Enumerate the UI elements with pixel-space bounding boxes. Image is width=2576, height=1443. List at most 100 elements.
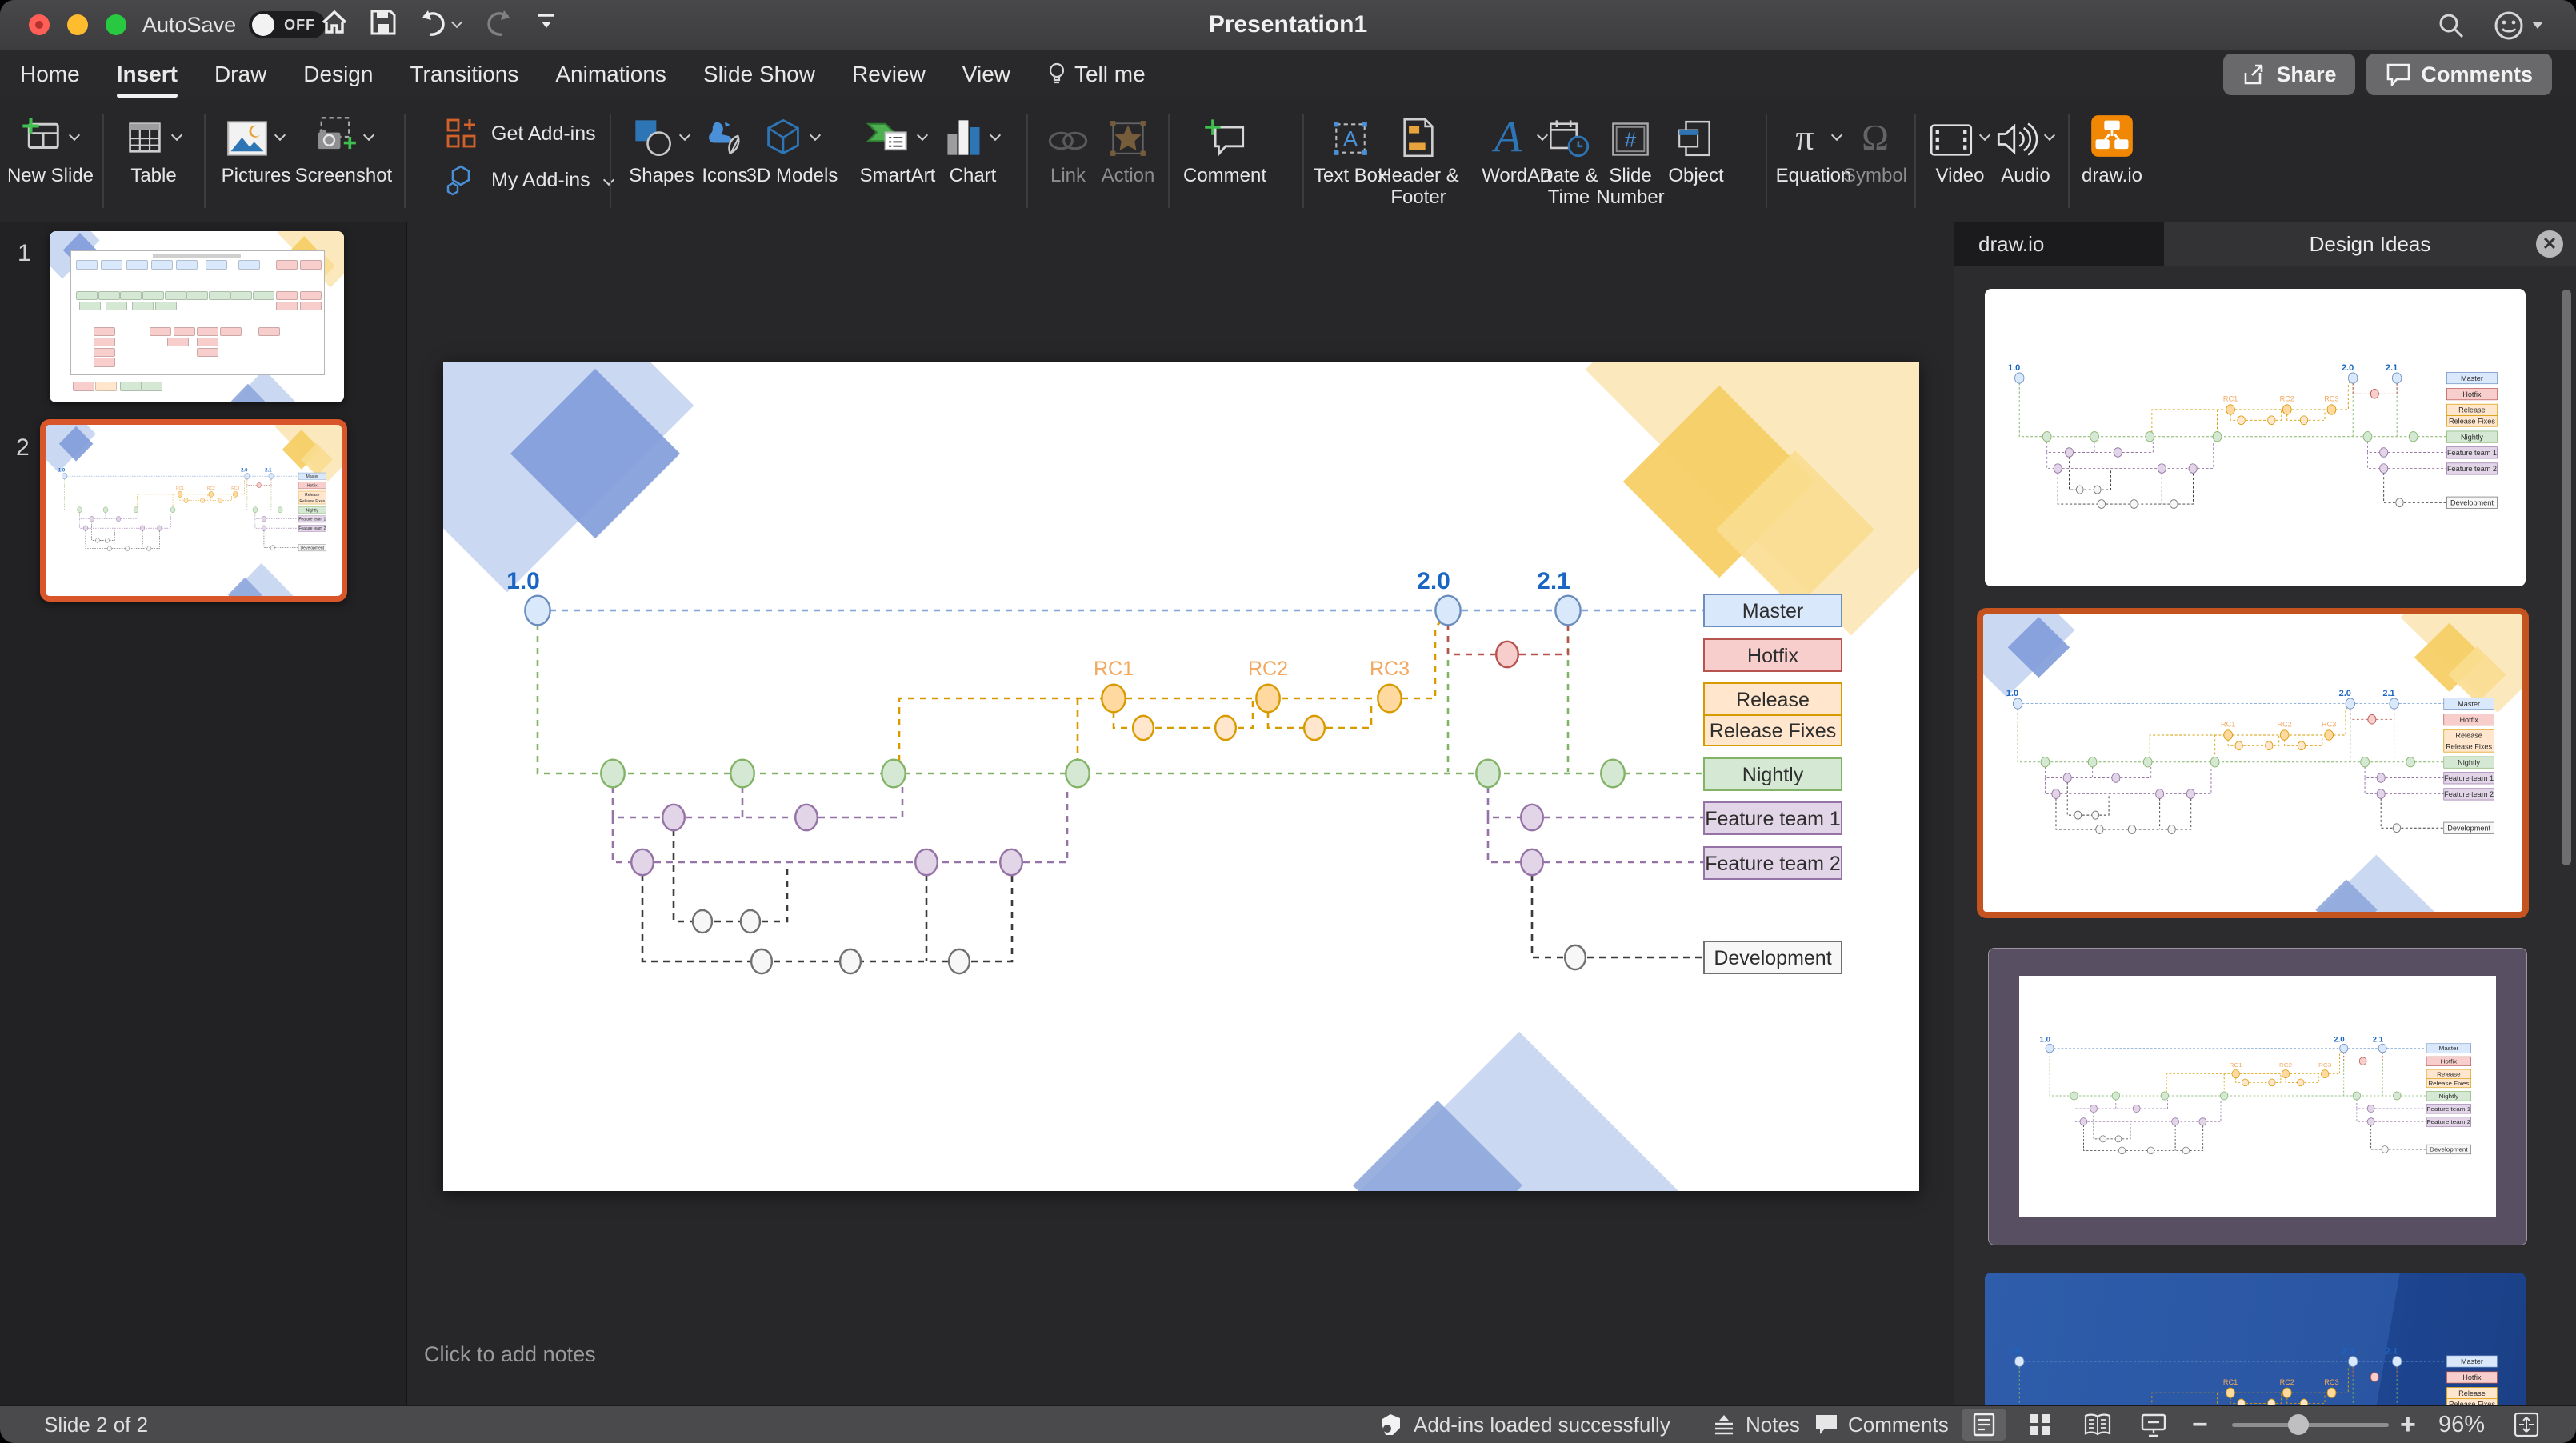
ribbon-smartart[interactable]: SmartArt (850, 106, 946, 186)
ribbon-header-footer[interactable]: Header & Footer (1366, 106, 1470, 208)
svg-text:Hotfix: Hotfix (1747, 645, 1798, 667)
svg-text:Release: Release (2437, 1071, 2461, 1078)
design-idea-3[interactable]: RC1 RC2 RC3 1.0 2.0 2.1 Master Hotfix Release Rel… (1988, 948, 2527, 1245)
zoom-in-button[interactable]: + (2400, 1406, 2416, 1443)
new-slide-chevron-icon[interactable] (69, 128, 81, 142)
slide-editor: RC1 RC2 RC3 1.0 2.0 2.1 Master Hotfix Release Rel… (407, 222, 1954, 1406)
normal-view-button[interactable] (1962, 1409, 2006, 1441)
drawio-icon (2091, 115, 2133, 157)
svg-text:Hotfix: Hotfix (2459, 716, 2478, 724)
design-idea-1[interactable]: RC1 RC2 RC3 1.0 2.0 2.1 Master Hotfix Release Rel… (1985, 289, 2526, 586)
notes-placeholder[interactable]: Click to add notes (424, 1342, 596, 1367)
zoom-slider-handle[interactable] (2288, 1414, 2309, 1435)
slide-thumbnail-panel: 1 2 RC1 RC2 RC3 1.0 2.0 2.1 Master Hotfix Releas… (0, 222, 407, 1406)
svg-text:Hotfix: Hotfix (2462, 1373, 2482, 1381)
tab-drawio[interactable]: draw.io (1954, 222, 2164, 266)
ribbon-get-addins[interactable]: Get Add-ins (445, 110, 615, 157)
svg-text:Master: Master (2439, 1045, 2459, 1053)
svg-text:RC3: RC3 (1370, 658, 1410, 680)
menubar: Home Insert Draw Design Transitions Animation… (0, 50, 2576, 100)
search-icon[interactable] (2437, 11, 2466, 40)
menu-tab-view[interactable]: View (962, 62, 1010, 87)
chart-chevron-icon[interactable] (990, 128, 1002, 142)
equation-icon: π (1796, 117, 1814, 158)
svg-text:Master: Master (2458, 700, 2480, 708)
svg-text:Development: Development (2447, 825, 2490, 833)
svg-text:Hotfix: Hotfix (307, 484, 318, 489)
menu-tab-home[interactable]: Home (20, 62, 80, 87)
reading-view-button[interactable] (2075, 1409, 2120, 1441)
menu-tab-design[interactable]: Design (303, 62, 373, 87)
svg-text:Feature team 2: Feature team 2 (2447, 465, 2497, 473)
slideshow-view-button[interactable] (2131, 1409, 2176, 1441)
svg-text:RC3: RC3 (2322, 721, 2336, 729)
svg-text:RC1: RC1 (2223, 395, 2238, 403)
menu-tab-transitions[interactable]: Transitions (410, 62, 518, 87)
menu-tab-animations[interactable]: Animations (555, 62, 666, 87)
svg-text:RC3: RC3 (2324, 395, 2338, 403)
zoom-out-button[interactable]: − (2192, 1406, 2208, 1443)
slide-1-thumbnail[interactable] (50, 231, 344, 402)
audio-chevron-icon[interactable] (2044, 128, 2056, 142)
menu-tab-review[interactable]: Review (852, 62, 926, 87)
svg-text:2.1: 2.1 (2373, 1036, 2383, 1043)
svg-text:Feature team 1: Feature team 1 (1705, 808, 1841, 830)
ribbon-3d-models[interactable]: 3D Models (746, 106, 838, 186)
3d-models-chevron-icon[interactable] (810, 128, 822, 142)
header-footer-icon (1403, 118, 1434, 158)
svg-text:Nightly: Nightly (306, 508, 319, 513)
svg-text:RC1: RC1 (2221, 721, 2235, 729)
ribbon-audio[interactable]: Audio (1986, 106, 2066, 186)
svg-text:Master: Master (2461, 1357, 2483, 1365)
design-idea-2-selected[interactable]: RC1 RC2 RC3 1.0 2.0 2.1 Master Hotfix Release Rel… (1977, 608, 2529, 918)
tab-design-ideas[interactable]: Design Ideas (2164, 222, 2576, 266)
ribbon-screenshot[interactable]: Screenshot (290, 106, 398, 186)
shapes-icon (635, 120, 671, 156)
svg-text:Feature team 2: Feature team 2 (2444, 790, 2494, 798)
svg-text:2.1: 2.1 (2386, 363, 2398, 373)
share-icon (2245, 64, 2263, 85)
lightbulb-icon (1049, 62, 1065, 84)
account-menu[interactable] (2493, 10, 2544, 42)
pictures-icon (227, 121, 267, 156)
panel-scrollbar[interactable] (2562, 290, 2571, 865)
ribbon-pictures[interactable]: Pictures (210, 106, 302, 186)
slide-sorter-view-button[interactable] (2018, 1409, 2062, 1441)
menu-tab-draw[interactable]: Draw (214, 62, 266, 87)
ribbon-object[interactable]: Object (1658, 106, 1734, 186)
share-button[interactable]: Share (2223, 54, 2356, 95)
notes-icon (1715, 1415, 1733, 1435)
fit-slide-button[interactable] (2504, 1409, 2549, 1441)
3d-models-icon (767, 118, 799, 155)
ribbon-drawio[interactable]: draw.io (2072, 106, 2152, 186)
table-chevron-icon[interactable] (171, 128, 183, 142)
svg-text:1.0: 1.0 (2008, 363, 2020, 373)
screenshot-chevron-icon[interactable] (363, 128, 375, 142)
zoom-slider[interactable] (2232, 1423, 2389, 1427)
comments-button[interactable]: Comments (2366, 54, 2552, 95)
menu-tellme[interactable]: Tell me (1047, 62, 1146, 87)
ribbon-new-slide[interactable]: New Slide (6, 106, 94, 186)
table-icon (129, 122, 161, 153)
comments-toggle[interactable]: Comments (1814, 1406, 1949, 1443)
pictures-chevron-icon[interactable] (274, 128, 286, 142)
svg-text:Feature team 1: Feature team 1 (2447, 449, 2497, 457)
smartart-chevron-icon[interactable] (917, 128, 929, 142)
right-panel: draw.io Design Ideas ✕ RC1 RC2 RC3 1.0 2.0 2.… (1954, 222, 2576, 1443)
notes-toggle[interactable]: Notes (1712, 1406, 1800, 1443)
slide-canvas[interactable]: RC1 RC2 RC3 1.0 2.0 2.1 Master Hotfix Release Rel… (443, 362, 1919, 1191)
ribbon-table[interactable]: Table (106, 106, 202, 186)
ribbon-chart[interactable]: Chart (934, 106, 1011, 186)
menu-tab-insert[interactable]: Insert (116, 62, 178, 98)
video-icon (1930, 124, 1973, 156)
ribbon-comment[interactable]: Comment (1174, 106, 1275, 186)
close-panel-icon[interactable]: ✕ (2536, 230, 2563, 258)
menu-tab-slide-show[interactable]: Slide Show (703, 62, 815, 87)
slide-2-thumbnail[interactable]: RC1 RC2 RC3 1.0 2.0 2.1 Master Hotfix Release Rel… (40, 419, 347, 602)
get-addins-icon (446, 118, 476, 148)
ribbon-my-addins[interactable]: My Add-ins (445, 157, 615, 203)
zoom-level: 96% (2438, 1411, 2486, 1437)
wordart-icon: A (1491, 115, 1522, 158)
my-addins-icon (446, 165, 470, 196)
svg-text:Release Fixes: Release Fixes (2449, 418, 2495, 426)
